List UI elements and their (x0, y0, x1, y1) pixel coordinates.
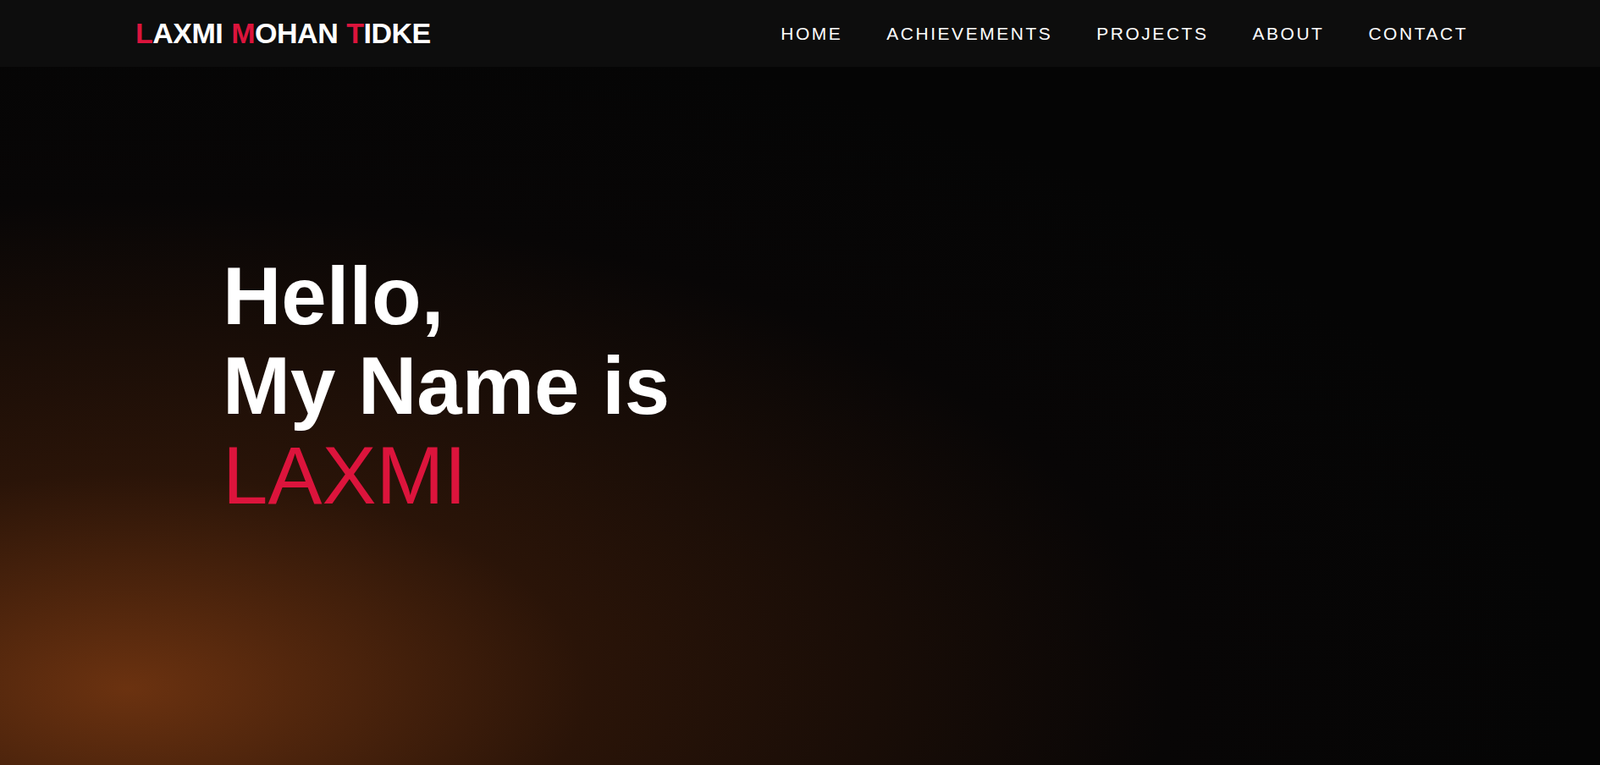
logo-word: LAXMI (135, 11, 223, 56)
nav-link[interactable]: CONTACT (1368, 20, 1468, 48)
hero-heading-line: Hello, (222, 251, 1600, 342)
logo-letter-group: M (231, 11, 255, 56)
logo-word: MOHAN (231, 11, 338, 56)
logo-letter-group: L (135, 11, 153, 56)
hero-heading-line: My Name is (222, 341, 1600, 431)
nav-link[interactable]: PROJECTS (1096, 20, 1209, 48)
logo-letter-group: T (346, 11, 364, 56)
logo-letter-group: AXMI (152, 11, 223, 56)
logo-letter-group: OHAN (254, 11, 338, 56)
nav-link[interactable]: HOME (780, 20, 843, 48)
portfolio-page: LAXMIMOHANTIDKEHOMEACHIEVEMENTSPROJECTSA… (0, 0, 1600, 765)
hero: Hello,My Name isLAXMI (0, 66, 1600, 765)
nav-link[interactable]: ACHIEVEMENTS (886, 20, 1053, 48)
nav-links: HOME ACHIEVEMENTS PROJECTS ABOUT CONTACT (780, 20, 1468, 48)
navbar: LAXMIMOHANTIDKE HOME ACHIEVEMENTS PROJECTS A… (0, 0, 1600, 67)
logo-word: TIDKE (346, 11, 431, 56)
nav-link[interactable]: ABOUT (1252, 20, 1325, 48)
hero-name: LAXMI (222, 430, 1600, 521)
logo[interactable]: LAXMIMOHANTIDKE (135, 11, 431, 56)
logo-letter-group: IDKE (364, 11, 431, 56)
